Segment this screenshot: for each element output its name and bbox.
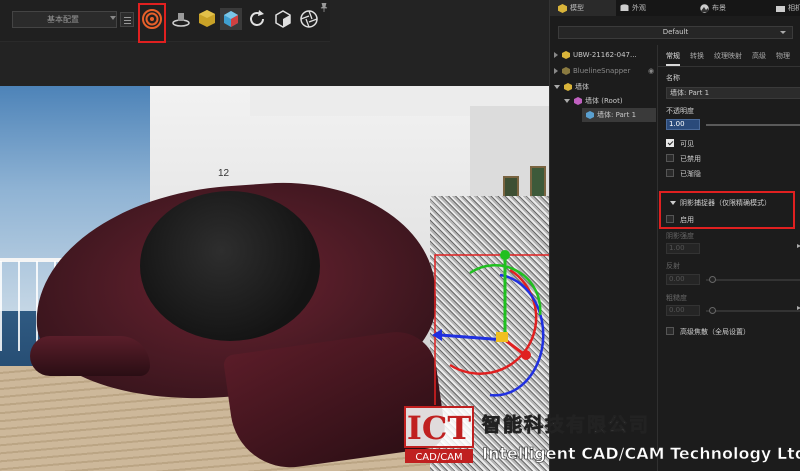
aperture-icon[interactable] (298, 8, 320, 30)
tree-item[interactable]: BluelineSnapper ◉ (554, 64, 658, 78)
reflection-slider (706, 279, 800, 281)
reflection-slider-knob (709, 276, 716, 283)
subtab-advanced[interactable]: 高级 (752, 51, 766, 61)
hidden-label: 已渐隐 (680, 170, 701, 178)
camera-cube-icon[interactable] (272, 8, 294, 30)
axis-x-handle (521, 350, 531, 360)
roughness-input: 0.00 (666, 305, 700, 316)
expand-icon[interactable] (554, 68, 558, 74)
highlight-box (138, 3, 166, 43)
disabled-checkbox[interactable] (666, 154, 674, 162)
logo-text: ICT (407, 409, 471, 447)
landscape-icon (700, 3, 709, 13)
part-cube-icon (586, 111, 594, 119)
pin-icon[interactable] (320, 3, 328, 12)
advanced-caustics-label: 高级焦散（全局设置） (680, 328, 750, 336)
hidden-checkbox[interactable] (666, 169, 674, 177)
tab-model[interactable]: 模型 (550, 0, 616, 16)
collapse-icon[interactable] (564, 99, 570, 103)
visible-checkbox[interactable] (666, 139, 674, 147)
subtab-physics[interactable]: 物理 (776, 51, 790, 61)
scene-tree: UBW-21162-047... BluelineSnapper ◉ 墙体 墙体… (550, 45, 658, 471)
reflection-label: 反射 (666, 262, 680, 270)
subtab-transform[interactable]: 转换 (690, 51, 704, 61)
shadow-intensity-label: 阴影强度 (666, 232, 694, 240)
scene-cube-icon[interactable] (220, 8, 242, 30)
configuration-select[interactable]: Default (558, 26, 793, 39)
subtab-general[interactable]: 常规 (666, 51, 680, 66)
transform-gizmo[interactable] (430, 245, 549, 405)
opacity-input[interactable]: 1.00 (666, 119, 700, 130)
submarine-nose[interactable] (30, 336, 150, 376)
subtab-texture-mapping[interactable]: 纹理映射 (714, 51, 742, 61)
material-cube-icon[interactable] (196, 8, 218, 30)
model-cube-icon (562, 67, 570, 75)
tree-item[interactable]: 墙体 (Root) (564, 94, 658, 108)
opacity-slider[interactable] (706, 124, 800, 126)
disabled-label: 已禁用 (680, 155, 701, 163)
refresh-icon[interactable] (246, 8, 268, 30)
logo-subtext: CAD/CAM (415, 452, 462, 463)
advanced-caustics-checkbox[interactable] (666, 327, 674, 335)
axis-z-handle (432, 329, 442, 341)
properties-editor: 常规 转换 纹理映射 高级 物理 名称 墙体: Part 1 不透明度 1.00… (658, 45, 800, 471)
submarine-dome[interactable] (140, 191, 320, 341)
turntable-icon[interactable] (170, 8, 192, 30)
name-label: 名称 (666, 74, 680, 82)
shadow-intensity-input: 1.00 (666, 243, 700, 254)
tree-item[interactable]: UBW-21162-047... (554, 48, 658, 62)
properties-subtabs: 常规 转换 纹理映射 高级 物理 (658, 45, 800, 67)
preset-menu-icon[interactable] (120, 12, 134, 27)
ship-number: 12 (218, 168, 230, 179)
tab-appearance[interactable]: 外观 (620, 0, 680, 16)
collapse-icon[interactable] (554, 85, 560, 89)
root-cube-icon (574, 97, 582, 105)
camera-icon (776, 5, 785, 12)
render-viewport[interactable]: 12 (0, 0, 549, 471)
preset-select[interactable]: 基本配置 (12, 11, 117, 28)
name-field[interactable]: 墙体: Part 1 (666, 87, 800, 99)
company-logo: ICT CAD/CAM (404, 406, 474, 463)
eye-icon[interactable]: ◉ (648, 64, 654, 78)
roughness-label: 粗糙度 (666, 294, 687, 302)
roughness-slider-knob (709, 307, 716, 314)
gizmo-center-handle (496, 332, 508, 342)
model-cube-icon (562, 51, 570, 59)
opacity-label: 不透明度 (666, 107, 694, 115)
visible-label: 可见 (680, 140, 694, 148)
panel-tabs: 模型 外观 布景 相机 (550, 0, 800, 16)
tab-camera[interactable]: 相机 (776, 0, 800, 16)
reflection-input: 0.00 (666, 274, 700, 285)
chevron-down-icon (110, 16, 116, 20)
roughness-slider (706, 310, 800, 312)
render-toolbar: 基本配置 (0, 0, 330, 43)
tab-scene[interactable]: 布景 (700, 0, 760, 16)
expand-icon[interactable] (554, 52, 558, 58)
model-cube-icon (564, 83, 572, 91)
watermark-english: Intelligent CAD/CAM Technology Ltd. (482, 444, 800, 464)
highlight-box-shadow-catcher (659, 191, 795, 229)
database-icon (620, 3, 629, 11)
model-cube-icon (558, 3, 567, 13)
chevron-down-icon (780, 31, 786, 34)
watermark-chinese: 智能科技有限公司 (482, 414, 651, 437)
tree-item-selected[interactable]: 墙体: Part 1 (582, 108, 656, 122)
configuration-value: Default (662, 28, 689, 36)
axis-y-handle (500, 250, 510, 260)
properties-panel: 模型 外观 布景 相机 Default UBW-21162-047... Blu… (549, 0, 800, 471)
tree-item[interactable]: 墙体 (554, 80, 658, 94)
axis-z (439, 333, 506, 342)
